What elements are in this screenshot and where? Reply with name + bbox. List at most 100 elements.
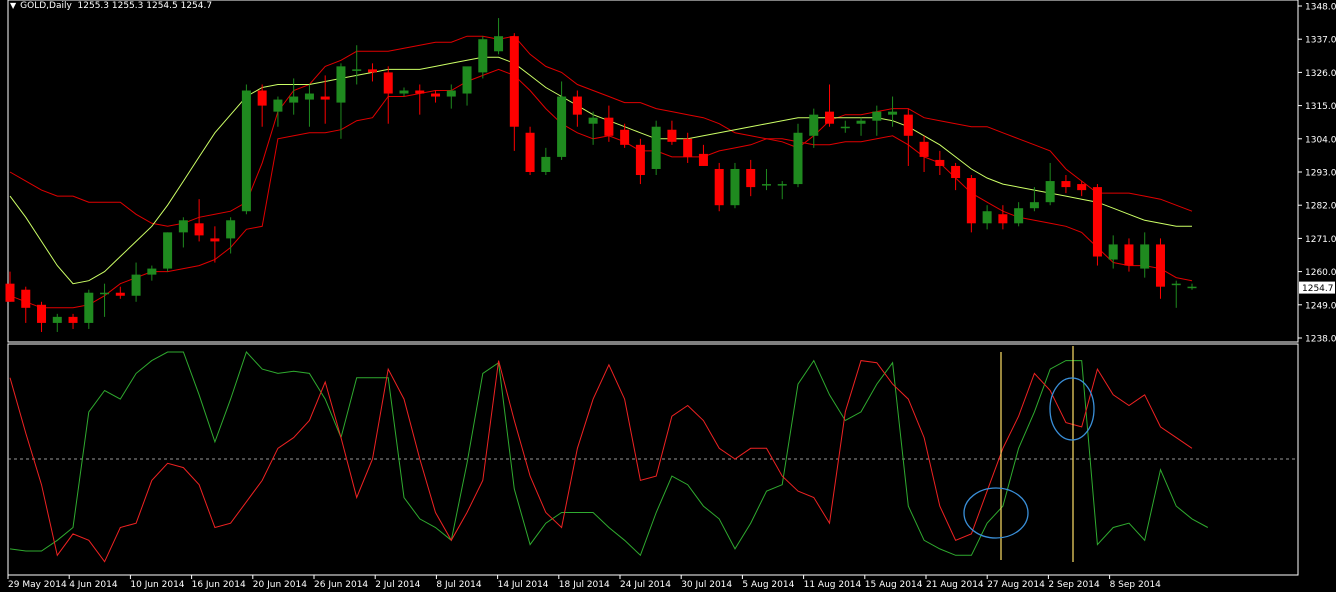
date-tick-label: 30 Jul 2014 [681, 580, 732, 590]
candle-body [336, 66, 346, 103]
price-tick-label: 1315.0 [1305, 102, 1336, 112]
crossover-highlight-circle [1049, 377, 1095, 441]
candle-body [651, 126, 661, 169]
candle-body [809, 114, 819, 136]
candle [37, 301, 47, 332]
candle-body [178, 220, 188, 233]
candle-body [525, 132, 535, 172]
date-tick-label: 4 Jun 2014 [69, 580, 118, 590]
candle-body [383, 72, 393, 94]
date-tick-label: 8 Sep 2014 [1110, 580, 1162, 590]
candle [1140, 232, 1150, 278]
candle-body [21, 289, 31, 308]
date-tick-label: 8 Jul 2014 [436, 580, 481, 590]
price-tick-label: 1337.0 [1305, 36, 1336, 46]
candle-body [1014, 208, 1024, 224]
candle [115, 286, 125, 299]
candle-body [1140, 244, 1150, 269]
candle-body [777, 184, 787, 186]
candle-body [415, 90, 425, 94]
candle [462, 66, 472, 106]
candle [1187, 283, 1197, 290]
candle [431, 90, 441, 103]
date-tick-label: 20 Jun 2014 [253, 580, 307, 590]
candle-body [320, 96, 330, 100]
candle-body [352, 69, 362, 71]
candle-body [84, 292, 94, 323]
candle-body [714, 168, 724, 206]
date-tick-label: 5 Aug 2014 [742, 580, 794, 590]
candle-body [399, 90, 409, 94]
chart-canvas[interactable]: 1348.0 1337.0 1326.0 1315.0 1304.0 1293.0 1282… [0, 0, 1336, 592]
candle-body [982, 211, 992, 224]
candle [509, 33, 519, 151]
date-tick-label: 15 Aug 2014 [865, 580, 923, 590]
candle [289, 78, 299, 115]
candle-body [746, 168, 756, 188]
candle [52, 313, 62, 332]
candle-body [5, 283, 15, 302]
candle-body [698, 153, 708, 166]
candle [951, 162, 961, 191]
candle [241, 84, 251, 215]
candle-body [1187, 286, 1197, 289]
candle-body [147, 268, 157, 275]
candle-body [494, 36, 504, 52]
candle [5, 271, 15, 302]
candle-body [730, 168, 740, 206]
candle [367, 63, 377, 82]
candle-body [163, 232, 173, 269]
candle [761, 168, 771, 191]
candle [131, 262, 141, 302]
candle-body [100, 292, 110, 295]
candle [1045, 162, 1055, 206]
date-tick-label: 27 Aug 2014 [987, 580, 1045, 590]
candle [304, 84, 314, 127]
candle-body [793, 132, 803, 185]
candle-body [241, 90, 251, 212]
candle [21, 286, 31, 323]
price-tick-label: 1282.0 [1305, 202, 1336, 212]
candle [825, 84, 835, 127]
candle-body [588, 117, 598, 124]
candle-body [966, 178, 976, 224]
date-tick-label: 10 Jun 2014 [130, 580, 184, 590]
candle [793, 123, 803, 188]
candle-body [635, 144, 645, 176]
candle-body [919, 141, 929, 157]
candle-body [1092, 187, 1102, 257]
candle [919, 135, 929, 172]
candle-body [478, 39, 488, 73]
candle-body [194, 223, 204, 236]
candle-body [572, 96, 582, 115]
candle [1155, 238, 1165, 299]
candle-body [257, 90, 267, 106]
candle-body [951, 165, 961, 179]
candle [541, 147, 551, 176]
candle [809, 108, 819, 148]
candle [1171, 280, 1181, 308]
candle [620, 123, 630, 148]
candle-body [68, 316, 78, 323]
date-tick-label: 26 Jun 2014 [314, 580, 368, 590]
candle-body [888, 111, 898, 115]
candle [478, 36, 488, 79]
candle-body [872, 111, 882, 121]
candle [588, 111, 598, 145]
candle [178, 217, 188, 248]
date-tick-label: 14 Jul 2014 [498, 580, 549, 590]
candle-body [557, 96, 567, 157]
candle-body [840, 126, 850, 129]
candle-body [509, 36, 519, 127]
candle [68, 313, 78, 329]
candle [982, 205, 992, 230]
candle [84, 289, 94, 329]
candle-body [935, 159, 945, 166]
candle [746, 159, 756, 197]
candle-body [761, 184, 771, 186]
candle-body [1108, 244, 1118, 260]
candle [494, 18, 504, 55]
candle [856, 117, 866, 136]
price-tick-label: 1238.0 [1305, 335, 1336, 345]
candle-body [1171, 283, 1181, 286]
